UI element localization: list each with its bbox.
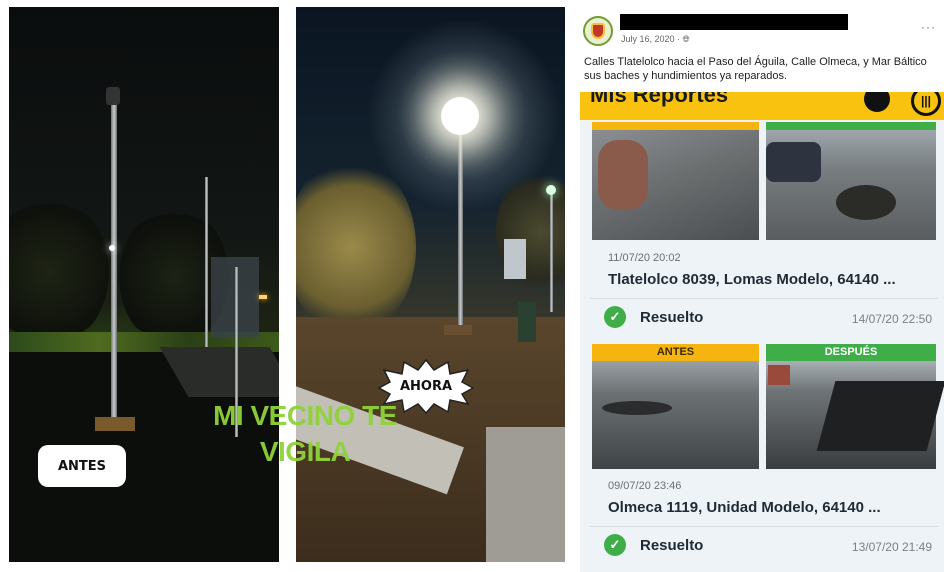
before-photo [592, 361, 759, 469]
watermark-line1: MI VECINO TE [213, 400, 397, 431]
resolved-time: 14/07/20 22:50 [851, 312, 932, 326]
facebook-post: July 16, 2020 · 🌐︎ ··· Calles Tlatelolco… [580, 0, 944, 572]
redacted-name [620, 14, 848, 30]
report-date: 11/07/20 20:02 [608, 252, 681, 264]
status-text: Resuelto [640, 536, 704, 554]
post-text: Calles Tlatelolco hacia el Paso del Águi… [584, 56, 927, 82]
add-icon[interactable] [864, 92, 890, 112]
watermark-line2: VIGILA [259, 436, 351, 467]
check-icon: ✓ [604, 306, 626, 328]
report-card[interactable]: ANTES DESPUÉS 09/07/20 23:46 Olmeca 1119… [590, 344, 944, 572]
before-label: ANTES [38, 445, 126, 487]
check-icon: ✓ [604, 534, 626, 556]
report-address: Tlatelolco 8039, Lomas Modelo, 64140 ... [608, 271, 896, 288]
app-header: Mis Reportes ||| [580, 92, 944, 120]
after-photo [766, 130, 936, 240]
collage: ANTES AHORA MI VECINO TE VIGILA July 16,… [0, 0, 944, 572]
before-photo [592, 130, 759, 240]
post-date-text: July 16, 2020 · [621, 34, 683, 44]
before-tag: ANTES [592, 344, 759, 361]
resolved-time: 13/07/20 21:49 [851, 540, 932, 554]
status-text: Resuelto [640, 308, 704, 326]
after-photo [766, 361, 944, 469]
avatar[interactable] [583, 16, 613, 46]
report-address: Olmeca 1119, Unidad Modelo, 64140 ... [608, 499, 881, 516]
after-night-photo [296, 7, 565, 562]
app-screenshot: Mis Reportes ||| 11/07/20 20:02 Tlatelol… [580, 92, 944, 572]
globe-icon: 🌐︎ [682, 34, 690, 44]
report-card[interactable]: 11/07/20 20:02 Tlatelolco 8039, Lomas Mo… [590, 120, 938, 360]
watermark: MI VECINO TE VIGILA [190, 398, 420, 470]
app-header-title: Mis Reportes [590, 92, 729, 107]
divider [590, 298, 938, 299]
report-status: ✓ Resuelto [604, 534, 703, 556]
divider [590, 526, 938, 527]
report-date: 09/07/20 23:46 [608, 480, 682, 492]
before-tag [592, 122, 759, 130]
after-tag: DESPUÉS [766, 344, 936, 361]
after-tag [766, 122, 936, 130]
menu-icon[interactable]: ||| [911, 92, 941, 116]
crest-icon [591, 23, 605, 39]
after-label-text: AHORA [399, 378, 453, 394]
report-status: ✓ Resuelto [604, 306, 703, 328]
post-date[interactable]: July 16, 2020 · 🌐︎ [621, 34, 690, 45]
more-options-icon[interactable]: ··· [921, 20, 936, 34]
